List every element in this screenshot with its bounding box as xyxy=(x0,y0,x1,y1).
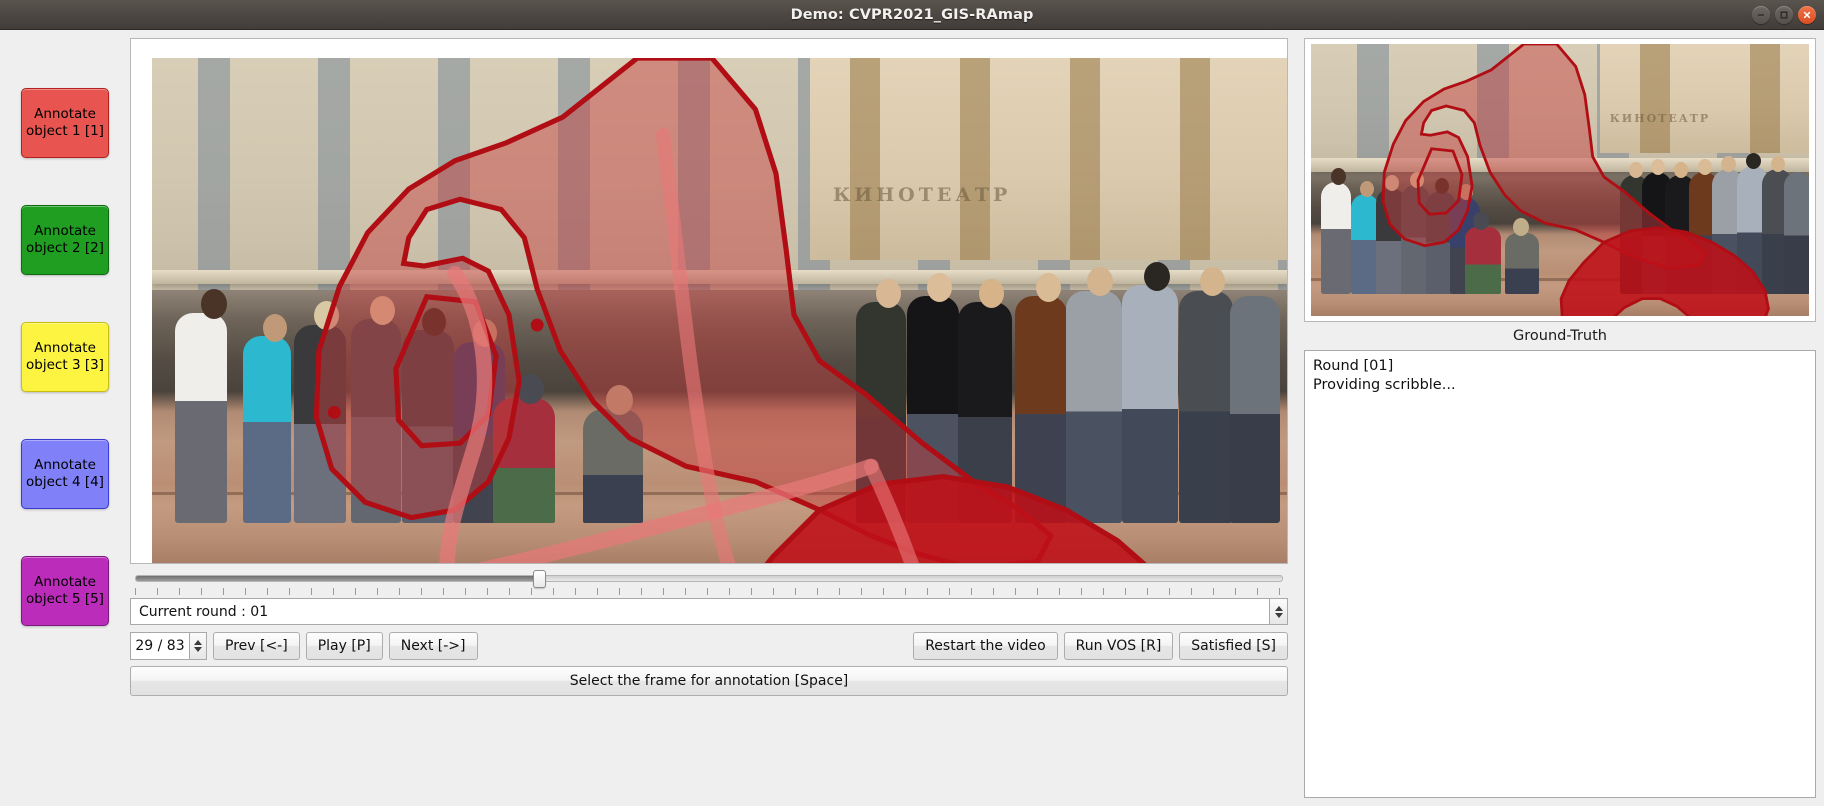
title-bar: Demo: CVPR2021_GIS-RAmap xyxy=(0,0,1824,30)
ground-truth-frame: КИНОТЕАТР xyxy=(1304,38,1816,322)
close-icon[interactable] xyxy=(1798,6,1816,24)
video-scene: КИНОТЕАТР xyxy=(152,58,1287,563)
annotate-object-5-label: Annotate object 5 [5] xyxy=(26,574,104,607)
playback-controls: 29 / 83 Prev [<-] Play [P] Next [->] Res… xyxy=(130,631,1288,661)
annotate-object-3-button[interactable]: Annotate object 3 [3] xyxy=(21,322,109,392)
status-log[interactable]: Round [01] Providing scribble... xyxy=(1304,350,1816,798)
current-round-combo[interactable]: Current round : 01 xyxy=(130,598,1270,625)
spin-up-icon[interactable] xyxy=(194,640,202,645)
frame-slider-fill xyxy=(136,576,541,581)
current-round-stepper[interactable] xyxy=(1270,598,1288,625)
ground-truth-scene: КИНОТЕАТР xyxy=(1311,44,1809,316)
annotation-canvas-frame: КИНОТЕАТР xyxy=(130,38,1288,564)
annotate-object-4-label: Annotate object 4 [4] xyxy=(26,457,104,490)
ground-truth-mask-overlay xyxy=(1381,44,1770,316)
frame-number-stepper[interactable] xyxy=(190,632,207,660)
annotate-object-2-button[interactable]: Annotate object 2 [2] xyxy=(21,205,109,275)
satisfied-button[interactable]: Satisfied [S] xyxy=(1179,632,1288,660)
frame-slider-handle[interactable] xyxy=(532,570,546,588)
annotate-object-5-button[interactable]: Annotate object 5 [5] xyxy=(21,556,109,626)
right-panel: КИНОТЕАТР Ground-Truth Round [01] Provid… xyxy=(1296,30,1824,806)
segmentation-mask-overlay xyxy=(313,58,1147,563)
frame-slider-ticks xyxy=(135,588,1283,595)
frame-slider-groove[interactable] xyxy=(135,575,1283,582)
minimize-icon[interactable] xyxy=(1752,6,1770,24)
frame-number-value[interactable]: 29 / 83 xyxy=(130,632,190,660)
annotate-object-1-label: Annotate object 1 [1] xyxy=(26,106,104,139)
object-sidebar: Annotate object 1 [1] Annotate object 2 [2… xyxy=(0,30,130,806)
ground-truth-label: Ground-Truth xyxy=(1513,328,1607,344)
annotate-object-3-label: Annotate object 3 [3] xyxy=(26,340,104,373)
round-combo-row: Current round : 01 xyxy=(130,598,1288,626)
chevron-up-icon[interactable] xyxy=(1274,605,1283,611)
chevron-down-icon[interactable] xyxy=(1274,612,1283,618)
ground-truth-canvas: КИНОТЕАТР xyxy=(1311,44,1809,316)
restart-video-button[interactable]: Restart the video xyxy=(913,632,1058,660)
window-title: Demo: CVPR2021_GIS-RAmap xyxy=(790,6,1034,23)
maximize-icon[interactable] xyxy=(1775,6,1793,24)
window-controls xyxy=(1752,0,1816,30)
next-frame-button[interactable]: Next [->] xyxy=(388,632,478,660)
play-button[interactable]: Play [P] xyxy=(305,632,383,660)
center-panel: КИНОТЕАТР Current round: 01 29 / 83 Pre… xyxy=(130,30,1296,806)
annotate-object-2-label: Annotate object 2 [2] xyxy=(26,223,104,256)
spin-down-icon[interactable] xyxy=(194,647,202,652)
window-body: Annotate object 1 [1] Annotate object 2 [2… xyxy=(0,30,1824,806)
frame-number-spinbox[interactable]: 29 / 83 xyxy=(130,632,207,660)
annotate-object-1-button[interactable]: Annotate object 1 [1] xyxy=(21,88,109,158)
frame-slider[interactable] xyxy=(130,570,1288,596)
run-vos-button[interactable]: Run VOS [R] xyxy=(1063,632,1174,660)
annotate-object-4-button[interactable]: Annotate object 4 [4] xyxy=(21,439,109,509)
annotation-canvas[interactable]: КИНОТЕАТР xyxy=(152,58,1287,563)
prev-frame-button[interactable]: Prev [<-] xyxy=(213,632,300,660)
app-window: Demo: CVPR2021_GIS-RAmap Annotate object … xyxy=(0,0,1824,806)
select-frame-button[interactable]: Select the frame for annotation [Space] xyxy=(130,666,1288,696)
